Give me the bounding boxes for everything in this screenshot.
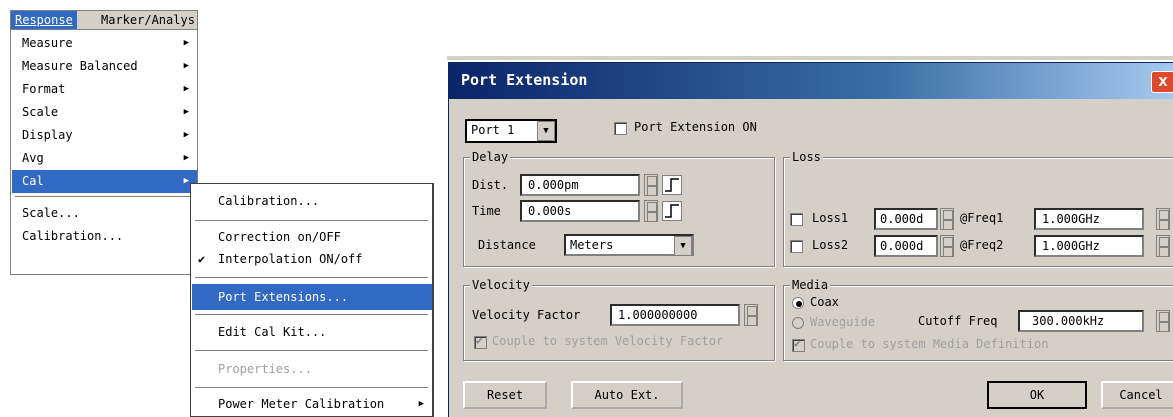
- distance-label: Distance: [478, 238, 536, 252]
- distance-unit-select[interactable]: Meters ▼: [564, 234, 694, 256]
- menu-separator: [195, 220, 428, 222]
- loss-group-label: Loss: [790, 150, 823, 164]
- menu-item-interpolation[interactable]: ✔ Interpolation ON/off: [192, 246, 432, 272]
- coax-label: Coax: [810, 295, 839, 309]
- submenu-arrow-icon: ▶: [183, 107, 189, 117]
- menu-item-avg[interactable]: Avg ▶: [12, 147, 197, 170]
- window-edge: [447, 56, 1173, 60]
- delay-group-label: Delay: [470, 150, 511, 164]
- menu-separator: [195, 387, 428, 389]
- time-field[interactable]: 0.000s: [520, 200, 640, 222]
- check-icon: ✔: [198, 252, 206, 266]
- cal-submenu: Calibration... Correction on/OFF ✔ Inter…: [190, 183, 434, 417]
- submenu-arrow-icon: ▶: [183, 84, 189, 94]
- time-spinner[interactable]: [644, 200, 658, 222]
- freq2-spinner[interactable]: [1156, 235, 1170, 257]
- submenu-arrow-icon: ▶: [418, 399, 424, 409]
- menu-item-format[interactable]: Format ▶: [12, 78, 197, 101]
- submenu-arrow-icon: ▶: [183, 38, 189, 48]
- submenu-arrow-icon: ▶: [183, 61, 189, 71]
- freq1-label: @Freq1: [960, 211, 1004, 225]
- cancel-button[interactable]: Cancel: [1101, 381, 1173, 409]
- port-select[interactable]: Port 1 ▼: [465, 119, 557, 143]
- close-button[interactable]: X: [1151, 71, 1173, 93]
- auto-ext-button[interactable]: Auto Ext.: [571, 381, 683, 409]
- chevron-down-icon: ▼: [537, 121, 555, 141]
- menu-separator: [195, 314, 428, 316]
- menu-item-power-meter-calibration[interactable]: Power Meter Calibration ▶: [192, 391, 432, 417]
- loss2-checkbox[interactable]: [790, 240, 803, 253]
- submenu-arrow-icon: ▶: [183, 176, 189, 186]
- dist-field[interactable]: 0.000pm: [520, 174, 640, 196]
- couple-velocity-checkbox[interactable]: ✔: [474, 334, 487, 349]
- dialog-title: Port Extension: [461, 71, 588, 89]
- couple-media-label: Couple to system Media Definition: [810, 337, 1049, 351]
- cutoff-freq-spinner[interactable]: [1156, 310, 1170, 332]
- loss2-field[interactable]: 0.000d: [874, 235, 938, 257]
- cutoff-freq-label: Cutoff Freq: [918, 314, 998, 328]
- time-label: Time: [472, 204, 501, 218]
- loss-group: Loss Loss1 0.000d @Freq1 1.000GHz Loss2 …: [783, 150, 1173, 267]
- delay-group: Delay Dist. 0.000pm Time 0.000s Distance…: [463, 150, 775, 267]
- loss1-spinner[interactable]: [940, 208, 954, 230]
- step-icon: [662, 201, 682, 221]
- dist-label: Dist.: [472, 178, 509, 192]
- velocity-group: Velocity Velocity Factor 1.000000000 ✔ C…: [463, 278, 775, 361]
- menu-separator: [15, 196, 193, 198]
- ok-button[interactable]: OK: [987, 381, 1087, 409]
- loss1-checkbox[interactable]: [790, 213, 803, 226]
- coax-radio[interactable]: [792, 297, 804, 309]
- couple-media-checkbox[interactable]: ✔: [792, 337, 805, 352]
- menu-item-edit-cal-kit[interactable]: Edit Cal Kit...: [192, 319, 432, 345]
- menu-item-scale[interactable]: Scale ▶: [12, 101, 197, 124]
- waveguide-label: Waveguide: [810, 315, 876, 329]
- couple-velocity-label: Couple to system Velocity Factor: [492, 334, 724, 348]
- submenu-arrow-icon: ▶: [183, 153, 189, 163]
- freq1-spinner[interactable]: [1156, 208, 1170, 230]
- menu-item-measure[interactable]: Measure ▶: [12, 32, 197, 55]
- menu-response[interactable]: Response: [11, 11, 77, 29]
- dist-spinner[interactable]: [644, 174, 658, 196]
- menu-marker-analysis[interactable]: Marker/Analys: [97, 11, 197, 29]
- response-menu: Measure ▶ Measure Balanced ▶ Format ▶ Scale…: [10, 30, 198, 275]
- submenu-arrow-icon: ▶: [183, 130, 189, 140]
- menu-item-display[interactable]: Display ▶: [12, 124, 197, 147]
- distance-unit-value: Meters: [570, 238, 614, 252]
- velocity-factor-spinner[interactable]: [744, 304, 758, 326]
- loss2-label: Loss2: [812, 238, 849, 252]
- freq1-field[interactable]: 1.000GHz: [1034, 208, 1144, 230]
- loss1-field[interactable]: 0.000d: [874, 208, 938, 230]
- loss1-label: Loss1: [812, 211, 849, 225]
- cutoff-freq-field[interactable]: 300.000kHz: [1018, 310, 1144, 332]
- port-extension-dialog: Port Extension X Port 1 ▼ Port Extension…: [448, 62, 1173, 417]
- step-icon: [662, 175, 682, 195]
- reset-button[interactable]: Reset: [463, 381, 547, 409]
- media-group: Media Coax Waveguide Cutoff Freq 300.000…: [783, 278, 1173, 361]
- freq2-field[interactable]: 1.000GHz: [1034, 235, 1144, 257]
- velocity-factor-field[interactable]: 1.000000000: [610, 304, 740, 326]
- menu-item-properties: Properties...: [218, 362, 312, 376]
- freq2-label: @Freq2: [960, 238, 1004, 252]
- menu-item-scale-dialog[interactable]: Scale...: [12, 202, 197, 225]
- loss2-spinner[interactable]: [940, 235, 954, 257]
- menu-bar: Response Marker/Analys: [10, 10, 198, 30]
- menu-item-calibration[interactable]: Calibration...: [192, 188, 432, 214]
- menu-item-port-extensions[interactable]: Port Extensions...: [192, 284, 432, 310]
- chevron-down-icon: ▼: [674, 236, 692, 256]
- menu-item-measure-balanced[interactable]: Measure Balanced ▶: [12, 55, 197, 78]
- menu-item-calibration-dialog[interactable]: Calibration...: [12, 225, 197, 248]
- velocity-group-label: Velocity: [470, 278, 532, 292]
- port-extension-on-label: Port Extension ON: [634, 120, 757, 134]
- velocity-factor-label: Velocity Factor: [472, 308, 581, 322]
- menu-item-cal[interactable]: Cal ▶: [12, 170, 197, 193]
- dialog-title-bar: Port Extension X: [449, 63, 1173, 99]
- port-select-value: Port 1: [471, 123, 515, 137]
- media-group-label: Media: [790, 278, 831, 292]
- menu-separator: [195, 350, 428, 352]
- menu-separator: [195, 277, 428, 279]
- waveguide-radio[interactable]: [792, 317, 804, 329]
- port-extension-on-checkbox[interactable]: [614, 122, 627, 135]
